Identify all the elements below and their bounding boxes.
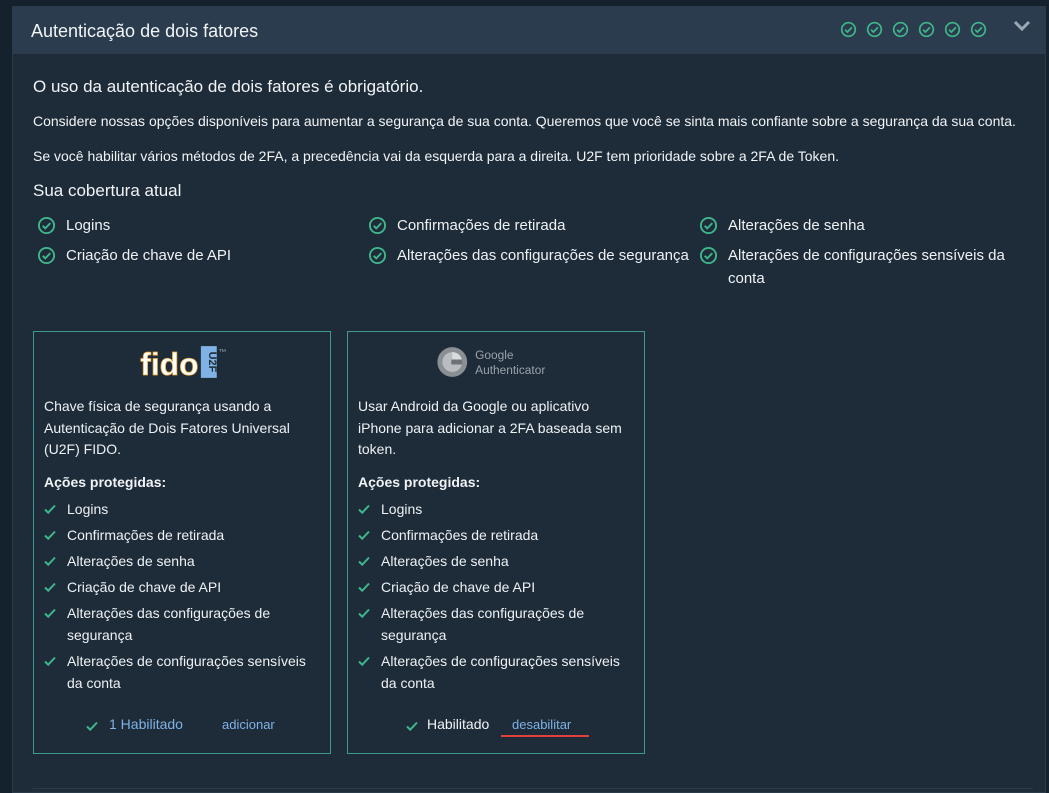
check-icon (358, 556, 370, 567)
fido-u2f-card: fido U2F TM Chave física de segurança us… (33, 331, 331, 754)
check-icon (358, 656, 370, 667)
list-item: Criação de chave de API (358, 576, 633, 598)
trademark-text: TM (219, 348, 226, 354)
coverage-item-label: Criação de chave de API (66, 247, 232, 264)
list-item: Alterações de senha (358, 550, 633, 572)
check-icon (358, 582, 370, 593)
card-footer: 1 Habilitado adicionar (34, 716, 330, 740)
check-circle-icon (699, 246, 718, 265)
check-icon (358, 530, 370, 541)
card-description: Usar Android da Google ou aplicativo iPh… (358, 398, 622, 457)
check-icon (358, 608, 370, 619)
protected-actions-title: Ações protegidas: (44, 474, 167, 490)
list-item-label: Logins (67, 501, 109, 517)
description-paragraph: Considere nossas opções disponíveis para… (33, 113, 1016, 129)
check-icon (44, 656, 56, 667)
check-circle-icon (892, 21, 909, 38)
mandatory-notice: O uso da autenticação de dois fatores é … (33, 77, 424, 96)
check-circle-icon (866, 21, 883, 38)
add-link[interactable]: adicionar (222, 717, 275, 732)
list-item: Alterações de configurações sensíveis da… (358, 650, 633, 694)
list-item: Logins (358, 498, 633, 520)
check-circle-icon (970, 21, 987, 38)
coverage-item-label: Alterações das configurações de seguranç… (397, 247, 689, 264)
coverage-item-label: Logins (66, 217, 111, 234)
list-item-label: Criação de chave de API (67, 579, 222, 595)
panel-header[interactable]: Autenticação de dois fatores (13, 7, 1045, 54)
precedence-paragraph: Se você habilitar vários métodos de 2FA,… (33, 148, 839, 164)
coverage-item: Alterações de senha (699, 214, 865, 237)
coverage-item: Logins (37, 214, 110, 237)
check-circle-icon (368, 216, 387, 235)
list-item: Confirmações de retirada (44, 524, 319, 546)
list-item-label: Alterações de senha (381, 553, 509, 569)
check-icon (406, 721, 418, 732)
protected-actions-list: Logins Confirmações de retirada Alteraçõ… (358, 498, 633, 698)
check-icon (358, 504, 370, 515)
disable-link[interactable]: desabilitar (512, 717, 571, 732)
fido-u2f-logo: fido U2F TM (140, 346, 226, 380)
protected-actions-list: Logins Confirmações de retirada Alteraçõ… (44, 498, 319, 698)
card-description: Chave física de segurança usando a Auten… (44, 398, 290, 457)
list-item-label: Confirmações de retirada (381, 527, 539, 543)
page-background: Autenticação de dois fatores O uso da au… (0, 0, 1049, 793)
list-item-label: Logins (381, 501, 423, 517)
panel-title: Autenticação de dois fatores (31, 21, 259, 41)
check-icon (44, 582, 56, 593)
fido-logo-text: fido (140, 346, 198, 380)
coverage-item-label: Alterações de senha (728, 217, 865, 234)
list-item-label: Alterações de senha (67, 553, 195, 569)
enabled-status: Habilitado (427, 716, 490, 732)
check-icon (86, 721, 98, 732)
coverage-item: Criação de chave de API (37, 244, 231, 267)
two-factor-panel: Autenticação de dois fatores O uso da au… (12, 6, 1046, 793)
divider (33, 788, 1033, 789)
check-circle-icon (37, 216, 56, 235)
check-icon (44, 504, 56, 515)
coverage-item: Confirmações de retirada (368, 214, 565, 237)
list-item: Criação de chave de API (44, 576, 319, 598)
google-logo-text: Google (475, 348, 514, 362)
list-item: Alterações das configurações de seguranç… (358, 602, 633, 646)
coverage-title: Sua cobertura atual (33, 181, 182, 200)
google-authenticator-card: Google Authenticator Usar Android da Goo… (347, 331, 645, 754)
check-circle-icon (944, 21, 961, 38)
check-circle-icon (840, 21, 857, 38)
coverage-item-label: Alterações de configurações sensíveis da… (728, 247, 1005, 287)
coverage-item-label: Confirmações de retirada (397, 217, 566, 234)
card-footer: Habilitado desabilitar (348, 716, 644, 740)
list-item: Logins (44, 498, 319, 520)
list-item: Alterações de senha (44, 550, 319, 572)
list-item-label: Alterações das configurações de seguranç… (381, 605, 585, 643)
enabled-count-link[interactable]: 1 Habilitado (109, 716, 183, 732)
list-item-label: Confirmações de retirada (67, 527, 225, 543)
coverage-item: Alterações das configurações de seguranç… (368, 244, 689, 267)
check-circle-icon (37, 246, 56, 265)
list-item: Alterações das configurações de seguranç… (44, 602, 319, 646)
check-circle-icon (699, 216, 718, 235)
list-item-label: Alterações de configurações sensíveis da… (67, 653, 306, 691)
check-icon (44, 530, 56, 541)
list-item: Alterações de configurações sensíveis da… (44, 650, 319, 694)
google-authenticator-logo: Google Authenticator (437, 347, 545, 377)
check-icon (44, 556, 56, 567)
list-item-label: Alterações de configurações sensíveis da… (381, 653, 620, 691)
check-circle-icon (918, 21, 935, 38)
coverage-item: Alterações de configurações sensíveis da… (699, 244, 1019, 290)
check-circle-icon (368, 246, 387, 265)
protected-actions-title: Ações protegidas: (358, 474, 481, 490)
authenticator-logo-text: Authenticator (475, 363, 545, 377)
disable-link-underline (501, 735, 589, 737)
list-item: Confirmações de retirada (358, 524, 633, 546)
list-item-label: Criação de chave de API (381, 579, 536, 595)
chevron-down-icon[interactable] (1013, 19, 1031, 33)
check-icon (44, 608, 56, 619)
list-item-label: Alterações das configurações de seguranç… (67, 605, 271, 643)
u2f-badge-text: U2F (206, 352, 218, 373)
status-icons (840, 21, 987, 38)
